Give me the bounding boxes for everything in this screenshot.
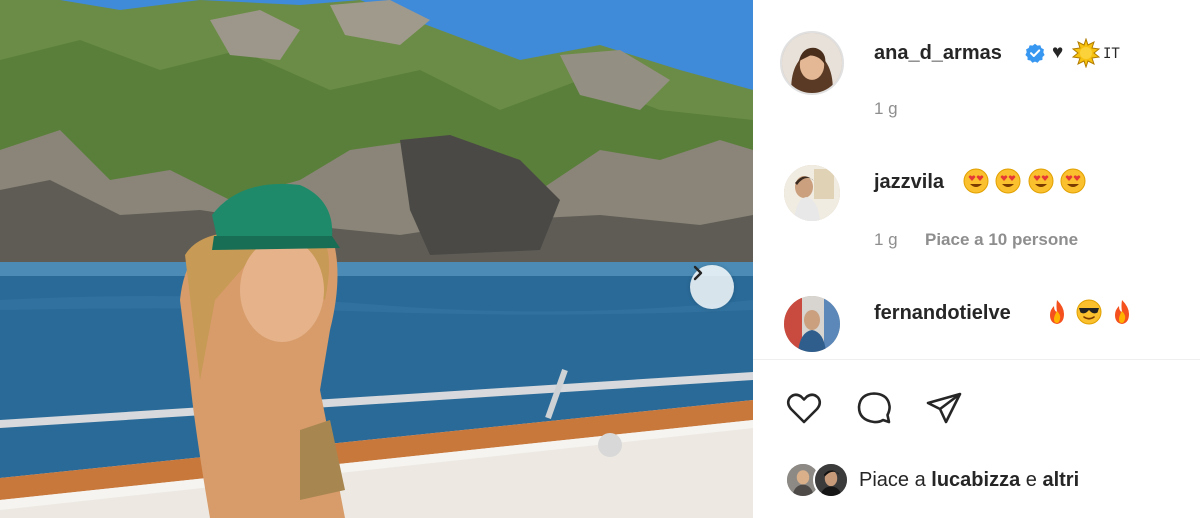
- heart-eyes-emoji-icon: [995, 168, 1021, 194]
- commenter-avatar-image: [784, 165, 840, 221]
- owner-avatar-image: [782, 33, 842, 93]
- likes-summary: Piace a lucabizza e altri: [785, 460, 1079, 500]
- chevron-right-icon: [693, 265, 703, 281]
- likes-joiner: e: [1025, 468, 1037, 491]
- post-actions-bar: [783, 387, 965, 427]
- sun-emoji-icon: [1071, 38, 1101, 68]
- commenter-username[interactable]: fernandotielve: [874, 302, 1011, 325]
- section-divider: [753, 359, 1200, 360]
- fire-emoji-icon: [1050, 300, 1064, 324]
- verified-badge-icon: [1025, 43, 1045, 63]
- share-button[interactable]: [923, 387, 965, 429]
- heart-eyes-emoji-icon: [963, 168, 989, 194]
- black-heart-emoji: ♥: [1052, 42, 1064, 63]
- owner-post-time[interactable]: 1 g: [874, 99, 898, 119]
- like-button[interactable]: [783, 387, 825, 429]
- likes-prefix: Piace a: [859, 468, 926, 491]
- paper-plane-icon: [926, 392, 962, 424]
- post-sidebar: ana_d_armas ♥ IT 1 g jazzvila 1 g Piace …: [753, 0, 1200, 518]
- fire-emoji-icon: [1114, 300, 1129, 324]
- post-photo[interactable]: [0, 0, 753, 518]
- post-photo-illustration: [0, 0, 753, 518]
- heart-eyes-emoji-icon: [1060, 168, 1086, 194]
- comment-bubble-icon: [857, 392, 891, 424]
- liker-avatar-image: [815, 464, 847, 496]
- comment-likes-count[interactable]: Piace a 10 persone: [925, 230, 1078, 250]
- commenter-avatar[interactable]: [784, 296, 840, 352]
- country-flag-text: IT: [1103, 46, 1120, 62]
- heart-eyes-emoji-icon: [1028, 168, 1054, 194]
- owner-username[interactable]: ana_d_armas: [874, 42, 1002, 65]
- comment-button[interactable]: [853, 387, 895, 429]
- heart-outline-icon: [786, 393, 822, 424]
- commenter-username[interactable]: jazzvila: [874, 171, 944, 194]
- carousel-next-button[interactable]: [690, 265, 734, 309]
- owner-avatar[interactable]: [780, 31, 844, 95]
- comment-text: [963, 168, 1088, 194]
- comment-text: [1044, 299, 1137, 325]
- likes-user-link[interactable]: lucabizza: [931, 469, 1020, 491]
- commenter-avatar-image: [784, 296, 840, 352]
- likes-text: Piace a lucabizza e altri: [859, 469, 1079, 492]
- likes-others-link[interactable]: altri: [1042, 469, 1079, 491]
- comment-time[interactable]: 1 g: [874, 230, 898, 250]
- liker-avatar[interactable]: [813, 462, 849, 498]
- sunglasses-emoji-icon: [1076, 299, 1102, 325]
- commenter-avatar[interactable]: [784, 165, 840, 221]
